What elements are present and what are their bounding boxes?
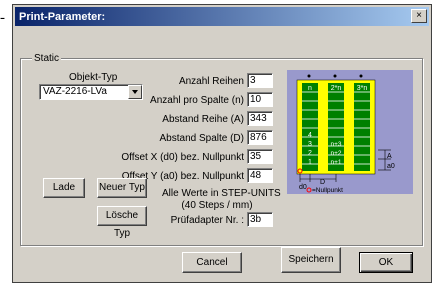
dot-2 — [333, 74, 337, 78]
close-button[interactable]: × — [411, 9, 427, 23]
col2-num-n1: n+1 — [330, 159, 341, 166]
col1-num-1: 1 — [308, 159, 312, 166]
neuer-typ-button[interactable]: Neuer Typ — [97, 178, 147, 198]
offset-x-input[interactable]: 35 — [247, 149, 273, 164]
outside-text: - — [0, 10, 5, 26]
objekt-typ-label: Objekt-Typ — [69, 72, 118, 83]
col1-num-2: 2 — [308, 150, 312, 157]
anzahl-pro-spalte-label: Anzahl pro Spalte (n) — [150, 95, 244, 106]
layout-diagram-svg: n 2*n 3*n 4 3 2 1 n+3 n+2 n+1 A a0 d0 D … — [287, 70, 413, 194]
anzahl-reihen-label: Anzahl Reihen — [178, 76, 244, 87]
col1-num-4: 4 — [308, 132, 312, 139]
label-D: D — [320, 179, 325, 186]
lade-button[interactable]: Lade — [43, 178, 85, 198]
dot-1 — [307, 74, 311, 78]
abstand-reihe-label: Abstand Reihe (A) — [162, 114, 244, 125]
abstand-reihe-input[interactable]: 343 — [247, 111, 273, 126]
speichern-button[interactable]: Speichern — [281, 247, 341, 273]
objekt-typ-select[interactable]: VAZ-2216-LVa — [39, 84, 143, 100]
dialog-title: Print-Parameter: — [19, 10, 106, 23]
pruefadapter-label: Prüfadapter Nr. : — [170, 215, 244, 226]
label-d0: d0 — [299, 184, 307, 191]
pruefadapter-input[interactable]: 3b — [247, 212, 273, 227]
col2-num-n2: n+2 — [330, 150, 341, 157]
diagram-column-2 — [328, 83, 344, 171]
diagram-column-3 — [354, 83, 370, 171]
objekt-typ-value: VAZ-2216-LVa — [43, 86, 107, 97]
col1-top-label: n — [308, 85, 312, 92]
title-bar: Print-Parameter: × — [15, 7, 429, 26]
anzahl-reihen-input[interactable]: 3 — [247, 73, 273, 88]
static-group-label: Static — [32, 53, 62, 64]
abstand-spalte-input[interactable]: 876 — [247, 130, 273, 145]
label-a0: a0 — [387, 163, 395, 170]
col3-top-label: 3*n — [357, 85, 368, 92]
nullpunkt-label: =Nullpunkt — [312, 187, 343, 194]
loesche-typ-button[interactable]: Lösche Typ — [97, 206, 147, 239]
offset-y-input[interactable]: 48 — [247, 168, 273, 183]
col2-num-n3: n+3 — [330, 141, 341, 148]
abstand-spalte-label: Abstand Spalte (D) — [159, 133, 245, 144]
offset-x-label: Offset X (d0) bez. Nullpunkt — [121, 152, 244, 163]
col1-num-3: 3 — [308, 141, 312, 148]
ok-button[interactable]: OK — [359, 252, 413, 273]
layout-diagram: n 2*n 3*n 4 3 2 1 n+3 n+2 n+1 A a0 d0 D … — [287, 70, 413, 194]
info-line-1: Alle Werte in STEP-UNITS — [162, 188, 281, 199]
anzahl-pro-spalte-input[interactable]: 10 — [247, 92, 273, 107]
label-A: A — [387, 153, 392, 160]
info-line-2: (40 Steps / mm) — [181, 200, 253, 211]
diagram-column-1 — [302, 83, 318, 171]
col2-top-label: 2*n — [331, 85, 342, 92]
dot-3 — [359, 74, 363, 78]
cancel-button[interactable]: Cancel — [182, 252, 242, 273]
